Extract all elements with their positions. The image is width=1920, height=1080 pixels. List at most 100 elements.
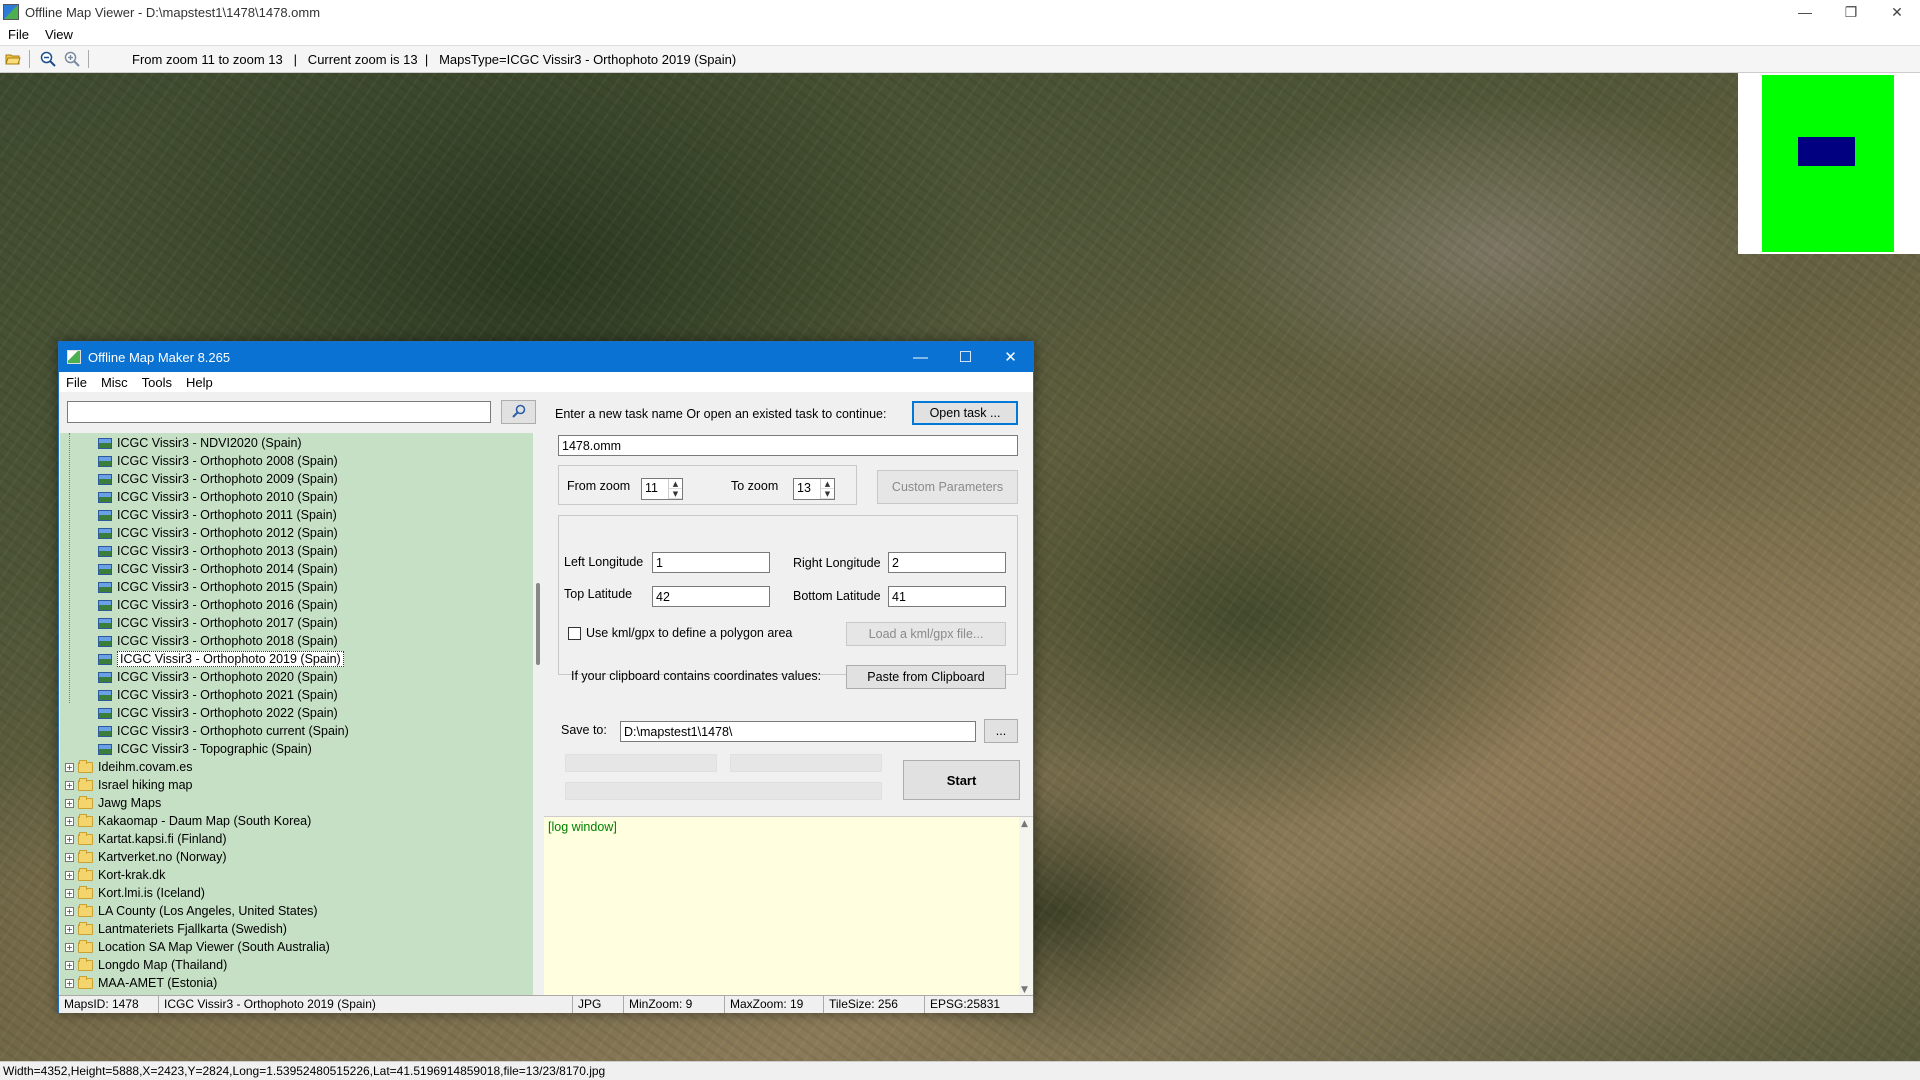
tree-item-map[interactable]: ICGC Vissir3 - Orthophoto 2022 (Spain) — [98, 704, 338, 722]
dialog-menu-help[interactable]: Help — [179, 375, 220, 390]
tree-item-map[interactable]: ICGC Vissir3 - Orthophoto 2012 (Spain) — [98, 524, 338, 542]
load-kml-button[interactable]: Load a kml/gpx file... — [846, 622, 1006, 646]
minimize-icon[interactable]: — — [1782, 0, 1828, 24]
task-name-field[interactable] — [558, 435, 1018, 456]
tree-item-map[interactable]: ICGC Vissir3 - Orthophoto 2008 (Spain) — [98, 452, 338, 470]
map-layer-icon — [98, 707, 112, 719]
clipboard-prompt-label: If your clipboard contains coordinates v… — [571, 669, 822, 683]
dialog-menu-tools[interactable]: Tools — [135, 375, 179, 390]
save-to-field[interactable] — [620, 721, 976, 742]
tree-item-map[interactable]: ICGC Vissir3 - Orthophoto 2019 (Spain) — [98, 650, 344, 668]
minimap[interactable] — [1738, 73, 1920, 254]
close-icon[interactable]: ✕ — [1874, 0, 1920, 24]
maximize-icon[interactable]: ❐ — [1828, 0, 1874, 24]
status-epsg: EPSG:25831 — [930, 997, 1001, 1011]
expand-icon[interactable]: + — [65, 798, 74, 808]
zoom-out-icon[interactable] — [37, 48, 59, 70]
tree-item-folder[interactable]: + MAA-AMET (Estonia) — [65, 974, 217, 992]
spin-up-icon[interactable]: ▲ — [669, 479, 682, 489]
expand-icon[interactable]: + — [65, 834, 74, 844]
kml-checkbox[interactable] — [568, 627, 581, 640]
from-zoom-stepper[interactable]: 11 ▲ ▼ — [641, 478, 683, 500]
expand-icon[interactable]: + — [65, 870, 74, 880]
right-longitude-field[interactable] — [888, 552, 1006, 573]
expand-icon[interactable]: + — [65, 852, 74, 862]
tree-item-label: MAA-AMET (Estonia) — [98, 976, 218, 990]
tree-item-map[interactable]: ICGC Vissir3 - Orthophoto 2015 (Spain) — [98, 578, 338, 596]
expand-icon[interactable]: + — [65, 888, 74, 898]
dialog-maximize-icon[interactable]: ☐ — [943, 342, 988, 372]
tree-item-map[interactable]: ICGC Vissir3 - Orthophoto 2016 (Spain) — [98, 596, 338, 614]
tree-item-label: ICGC Vissir3 - Orthophoto 2009 (Spain) — [117, 472, 338, 486]
to-zoom-stepper[interactable]: 13 ▲ ▼ — [793, 478, 835, 500]
tree-item-folder[interactable]: + Location SA Map Viewer (South Australia… — [65, 938, 330, 956]
open-task-button[interactable]: Open task ... — [912, 401, 1018, 425]
tree-item-folder[interactable]: + Israel hiking map — [65, 776, 193, 794]
tree-item-label: LA County (Los Angeles, United States) — [98, 904, 318, 918]
search-button[interactable] — [501, 400, 536, 424]
from-zoom-label: From zoom — [567, 479, 631, 493]
tree-item-map[interactable]: ICGC Vissir3 - Orthophoto 2011 (Spain) — [98, 506, 337, 524]
browse-button[interactable]: ... — [984, 719, 1018, 743]
spin-down-icon[interactable]: ▼ — [669, 489, 682, 499]
expand-icon[interactable]: + — [65, 780, 74, 790]
tree-item-folder[interactable]: + Ideihm.covam.es — [65, 758, 192, 776]
tree-item-folder[interactable]: + LA County (Los Angeles, United States) — [65, 902, 318, 920]
tree-item-map[interactable]: ICGC Vissir3 - Orthophoto 2021 (Spain) — [98, 686, 338, 704]
tree-item-map[interactable]: ICGC Vissir3 - Orthophoto 2009 (Spain) — [98, 470, 338, 488]
expand-icon[interactable]: + — [65, 762, 74, 772]
expand-icon[interactable]: + — [65, 942, 74, 952]
tree-item-map[interactable]: ICGC Vissir3 - Orthophoto 2018 (Spain) — [98, 632, 338, 650]
scroll-down-icon[interactable]: ▼ — [1021, 985, 1028, 995]
tree-item-map[interactable]: ICGC Vissir3 - Topographic (Spain) — [98, 740, 312, 758]
paste-from-clipboard-button[interactable]: Paste from Clipboard — [846, 665, 1006, 689]
spin-up-icon[interactable]: ▲ — [821, 479, 834, 489]
expand-icon[interactable]: + — [65, 906, 74, 916]
dialog-menu-misc[interactable]: Misc — [94, 375, 135, 390]
expand-icon[interactable]: + — [65, 978, 74, 988]
dialog-menu-file[interactable]: File — [59, 375, 94, 390]
tree-item-map[interactable]: ICGC Vissir3 - Orthophoto 2020 (Spain) — [98, 668, 338, 686]
tree-item-map[interactable]: ICGC Vissir3 - Orthophoto 2013 (Spain) — [98, 542, 338, 560]
open-folder-icon[interactable] — [2, 48, 24, 70]
tree-item-folder[interactable]: + Kartverket.no (Norway) — [65, 848, 227, 866]
tree-item-folder[interactable]: + Jawg Maps — [65, 794, 161, 812]
tree-item-map[interactable]: ICGC Vissir3 - Orthophoto 2017 (Spain) — [98, 614, 338, 632]
map-search — [67, 400, 536, 425]
scroll-up-icon[interactable]: ▲ — [1021, 819, 1028, 829]
tree-item-map[interactable]: ICGC Vissir3 - Orthophoto 2014 (Spain) — [98, 560, 338, 578]
spin-down-icon[interactable]: ▼ — [821, 489, 834, 499]
tree-item-label: Kort-krak.dk — [98, 868, 166, 882]
map-layer-icon — [98, 545, 112, 557]
start-button[interactable]: Start — [903, 760, 1020, 800]
map-search-input[interactable] — [67, 401, 491, 423]
minimap-viewport-box[interactable] — [1798, 137, 1855, 166]
top-latitude-field[interactable] — [652, 586, 770, 607]
expand-icon[interactable]: + — [65, 924, 74, 934]
tree-item-map[interactable]: ICGC Vissir3 - Orthophoto current (Spain… — [98, 722, 349, 740]
tree-item-folder[interactable]: + Kartat.kapsi.fi (Finland) — [65, 830, 227, 848]
expand-icon[interactable]: + — [65, 960, 74, 970]
from-zoom-arrows[interactable]: ▲ ▼ — [668, 479, 682, 499]
log-scrollbar[interactable]: ▲ ▼ — [1019, 817, 1033, 997]
tree-item-folder[interactable]: + Kakaomap - Daum Map (South Korea) — [65, 812, 311, 830]
log-window[interactable]: [log window] ▲ ▼ — [544, 816, 1033, 997]
to-zoom-arrows[interactable]: ▲ ▼ — [820, 479, 834, 499]
tree-item-folder[interactable]: + Longdo Map (Thailand) — [65, 956, 227, 974]
menu-view[interactable]: View — [37, 27, 81, 42]
tree-item-map[interactable]: ICGC Vissir3 - Orthophoto 2010 (Spain) — [98, 488, 338, 506]
tree-scrollbar-thumb[interactable] — [536, 583, 540, 665]
tree-item-map[interactable]: ICGC Vissir3 - NDVI2020 (Spain) — [98, 434, 302, 452]
dialog-close-icon[interactable]: ✕ — [988, 342, 1033, 372]
tree-item-folder[interactable]: + Kort-krak.dk — [65, 866, 165, 884]
dialog-minimize-icon[interactable]: — — [898, 342, 943, 372]
tree-item-folder[interactable]: + Kort.lmi.is (Iceland) — [65, 884, 205, 902]
expand-icon[interactable]: + — [65, 816, 74, 826]
zoom-in-icon[interactable] — [61, 48, 83, 70]
tree-item-folder[interactable]: + Lantmateriets Fjallkarta (Swedish) — [65, 920, 287, 938]
bottom-latitude-field[interactable] — [888, 586, 1006, 607]
map-sources-tree[interactable]: ICGC Vissir3 - NDVI2020 (Spain) ICGC Viss… — [60, 433, 537, 996]
menu-file[interactable]: File — [0, 27, 37, 42]
left-longitude-field[interactable] — [652, 552, 770, 573]
custom-parameters-button[interactable]: Custom Parameters — [877, 470, 1018, 504]
